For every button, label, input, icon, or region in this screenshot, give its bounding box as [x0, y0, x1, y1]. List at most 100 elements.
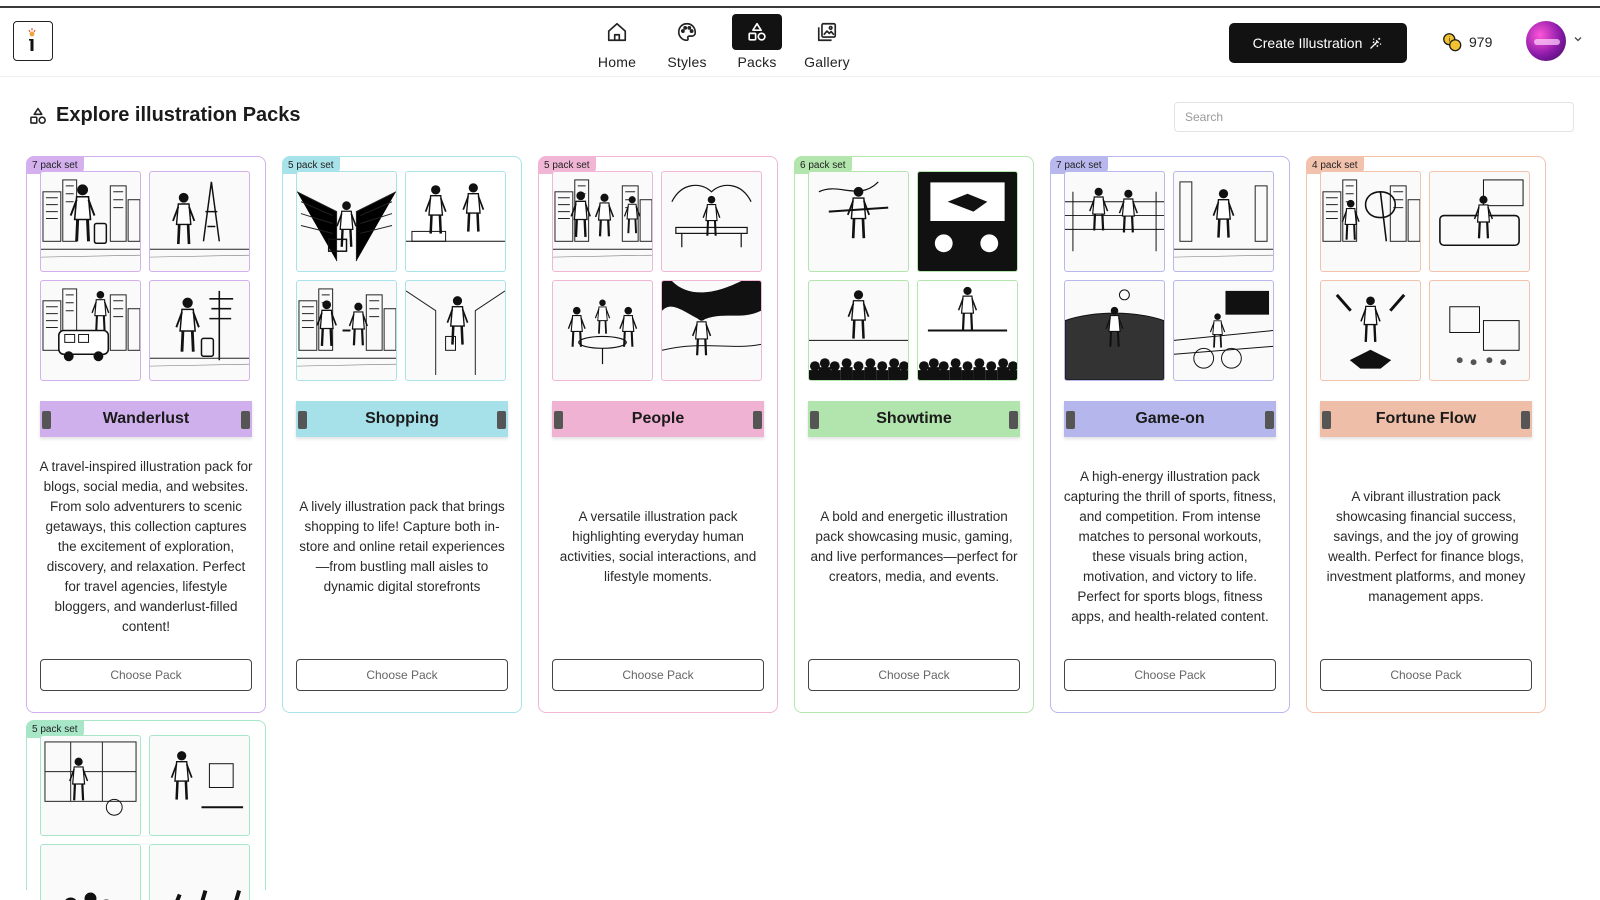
pack-thumbnail[interactable]	[552, 280, 653, 381]
pack-thumbnail[interactable]	[149, 280, 250, 381]
pack-card[interactable]: 6 pack set Showtime A bold and energetic i…	[794, 156, 1034, 713]
pack-thumbnail[interactable]	[149, 844, 250, 900]
window-top-border	[0, 0, 1600, 8]
pack-thumbnails	[1320, 171, 1530, 381]
pack-title: Showtime	[876, 410, 952, 427]
pack-card[interactable]: 4 pack set Fortune Flow A vibrant illustra…	[1306, 156, 1546, 713]
pack-title-ribbon: Wanderlust	[40, 401, 252, 437]
pack-title: Shopping	[365, 410, 439, 427]
pack-thumbnail[interactable]	[1429, 280, 1530, 381]
pack-title: Fortune Flow	[1375, 410, 1477, 427]
create-illustration-label: Create Illustration	[1252, 35, 1363, 51]
pack-thumbnail[interactable]	[149, 735, 250, 836]
user-avatar[interactable]	[1526, 21, 1566, 61]
choose-pack-button[interactable]: Choose Pack	[40, 659, 252, 691]
shapes-icon	[732, 14, 782, 50]
choose-pack-button[interactable]: Choose Pack	[1064, 659, 1276, 691]
nav-item-packs[interactable]: Packs	[723, 14, 791, 70]
pack-thumbnail[interactable]	[1173, 280, 1274, 381]
svg-text:i: i	[1448, 36, 1450, 44]
pack-title: Game-on	[1135, 410, 1205, 427]
pack-thumbnail[interactable]	[40, 171, 141, 272]
pack-description-text: A versatile illustration pack highlighti…	[559, 509, 757, 584]
pack-thumbnail[interactable]	[552, 171, 653, 272]
pack-thumbnail[interactable]	[1320, 171, 1421, 272]
pack-card[interactable]: 7 pack set Wanderlust A travel-inspired il…	[26, 156, 266, 713]
pack-thumbnail[interactable]	[661, 280, 762, 381]
pack-thumbnails	[808, 171, 1018, 381]
pack-thumbnail[interactable]	[917, 171, 1018, 272]
choose-pack-button[interactable]: Choose Pack	[552, 659, 764, 691]
pack-thumbnail[interactable]	[808, 171, 909, 272]
credits-count: 979	[1469, 34, 1493, 50]
magic-wand-icon	[1370, 37, 1382, 49]
pack-thumbnail[interactable]	[40, 280, 141, 381]
pack-title-ribbon: Shopping	[296, 401, 508, 437]
pack-title: People	[631, 410, 685, 427]
pack-title-ribbon: People	[552, 401, 764, 437]
choose-pack-button[interactable]: Choose Pack	[808, 659, 1020, 691]
credits-display[interactable]: i 979	[1441, 31, 1492, 53]
main-nav: Home Styles Packs Gallery	[583, 14, 861, 70]
nav-label-home: Home	[597, 54, 637, 70]
pack-thumbnail[interactable]	[405, 171, 506, 272]
nav-item-gallery[interactable]: Gallery	[793, 14, 861, 70]
pack-thumbnail[interactable]	[917, 280, 1018, 381]
pack-description-text: A bold and energetic illustration pack s…	[810, 509, 1018, 584]
pack-thumbnail[interactable]	[1173, 171, 1274, 272]
pack-thumbnail[interactable]	[296, 280, 397, 381]
chevron-down-icon[interactable]	[1572, 33, 1584, 45]
pack-title-ribbon: Fortune Flow	[1320, 401, 1532, 437]
pack-thumbnail[interactable]	[40, 735, 141, 836]
pack-card[interactable]: 5 pack set	[26, 720, 266, 900]
pack-description-text: A travel-inspired illustration pack for …	[39, 459, 253, 634]
home-icon	[592, 14, 642, 50]
pack-thumbnail[interactable]	[661, 171, 762, 272]
nav-item-home[interactable]: Home	[583, 14, 651, 70]
nav-label-styles: Styles	[667, 54, 707, 70]
pack-description: A high-energy illustration pack capturin…	[1063, 447, 1277, 647]
pack-description: A lively illustration pack that brings s…	[295, 447, 509, 647]
pack-description-text: A high-energy illustration pack capturin…	[1063, 469, 1277, 624]
pack-thumbnails	[552, 171, 762, 381]
pack-thumbnail[interactable]	[1064, 171, 1165, 272]
pack-card[interactable]: 5 pack set Shopping A lively illustration …	[282, 156, 522, 713]
shapes-icon	[30, 107, 46, 124]
pack-description-text: A vibrant illustration pack showcasing f…	[1326, 489, 1526, 604]
nav-item-styles[interactable]: Styles	[653, 14, 721, 70]
choose-pack-button[interactable]: Choose Pack	[1320, 659, 1532, 691]
gallery-icon	[802, 14, 852, 50]
pack-description-text: A lively illustration pack that brings s…	[299, 499, 505, 594]
palette-icon	[662, 14, 712, 50]
pack-card[interactable]: 7 pack set Game-on A high-energy illustrat…	[1050, 156, 1290, 713]
pack-title-ribbon: Showtime	[808, 401, 1020, 437]
pack-thumbnail[interactable]	[405, 280, 506, 381]
top-navbar: Home Styles Packs Gallery Create Illustr…	[0, 9, 1600, 77]
page-title-text: Explore illustration Packs	[56, 104, 301, 126]
pack-thumbnails	[1064, 171, 1274, 381]
choose-pack-button[interactable]: Choose Pack	[296, 659, 508, 691]
pack-thumbnails	[40, 735, 250, 900]
pack-description: A vibrant illustration pack showcasing f…	[1319, 447, 1533, 647]
create-illustration-button[interactable]: Create Illustration	[1229, 23, 1407, 63]
pack-card[interactable]: 5 pack set People A versatile illustration…	[538, 156, 778, 713]
nav-label-gallery: Gallery	[804, 54, 850, 70]
pack-thumbnails	[40, 171, 250, 381]
search-input[interactable]	[1174, 102, 1574, 132]
coins-icon: i	[1443, 33, 1462, 52]
nav-label-packs: Packs	[737, 54, 777, 70]
pack-thumbnail[interactable]	[808, 280, 909, 381]
pack-title: Wanderlust	[102, 410, 190, 427]
pack-thumbnail[interactable]	[1064, 280, 1165, 381]
pack-thumbnail[interactable]	[1429, 171, 1530, 272]
pack-thumbnail[interactable]	[296, 171, 397, 272]
logo-icon	[28, 28, 36, 51]
pack-thumbnail[interactable]	[1320, 280, 1421, 381]
app-logo[interactable]	[13, 21, 53, 61]
pack-description: A bold and energetic illustration pack s…	[807, 447, 1021, 647]
pack-title-ribbon: Game-on	[1064, 401, 1276, 437]
pack-description: A versatile illustration pack highlighti…	[551, 447, 765, 647]
pack-thumbnail[interactable]	[149, 171, 250, 272]
pack-thumbnails	[296, 171, 506, 381]
pack-thumbnail[interactable]	[40, 844, 141, 900]
